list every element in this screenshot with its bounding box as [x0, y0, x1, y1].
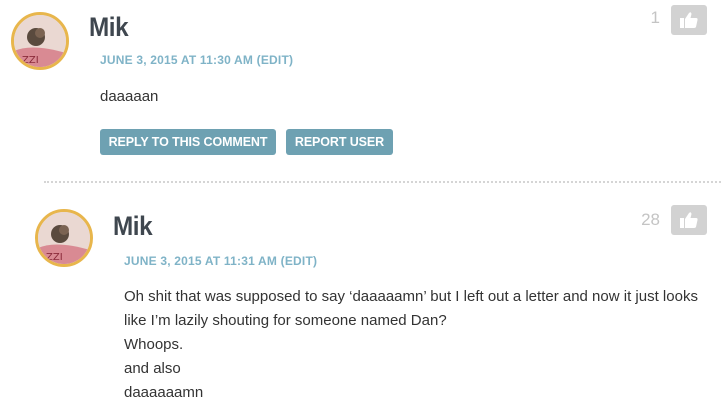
like-count: 1 [650, 8, 660, 27]
svg-text:ZZI: ZZI [46, 252, 63, 263]
reply-button[interactable]: REPLY TO THIS COMMENT [100, 129, 276, 155]
comment-text-line: Oh shit that was supposed to say ‘daaaaa… [124, 288, 698, 305]
thumbs-up-icon [680, 212, 698, 228]
comment-text-line: daaaaan [100, 88, 159, 105]
comment-divider [44, 181, 721, 183]
like-button[interactable] [671, 205, 707, 235]
comment-date[interactable]: JUNE 3, 2015 AT 11:30 AM [100, 53, 253, 67]
comment-body: daaaaan [100, 85, 158, 109]
comment-text-line: like I’m lazily shouting for someone nam… [124, 312, 447, 329]
comment-meta: JUNE 3, 2015 AT 11:30 AM (EDIT) [100, 53, 293, 67]
avatar-image: ZZI [14, 15, 66, 67]
comment-author[interactable]: Mik [113, 211, 153, 242]
edit-link[interactable]: (EDIT) [257, 53, 294, 67]
comment-text-line: and also [124, 360, 181, 377]
comment-meta: JUNE 3, 2015 AT 11:31 AM (EDIT) [124, 254, 317, 268]
comment-date[interactable]: JUNE 3, 2015 AT 11:31 AM [124, 254, 277, 268]
comment-text-line: daaaaaamn [124, 384, 204, 401]
like-button[interactable] [671, 5, 707, 35]
comment-text-line: Whoops. [124, 336, 184, 353]
thumbs-up-icon [680, 12, 698, 28]
avatar-image: ZZI [38, 212, 90, 264]
svg-text:ZZI: ZZI [22, 55, 39, 66]
comment-body: Oh shit that was supposed to say ‘daaaaa… [124, 285, 698, 405]
avatar[interactable]: ZZI [35, 209, 93, 267]
report-user-button[interactable]: REPORT USER [286, 129, 393, 155]
comment-author[interactable]: Mik [89, 12, 129, 43]
edit-link[interactable]: (EDIT) [281, 254, 318, 268]
avatar[interactable]: ZZI [11, 12, 69, 70]
like-count: 28 [641, 210, 660, 229]
